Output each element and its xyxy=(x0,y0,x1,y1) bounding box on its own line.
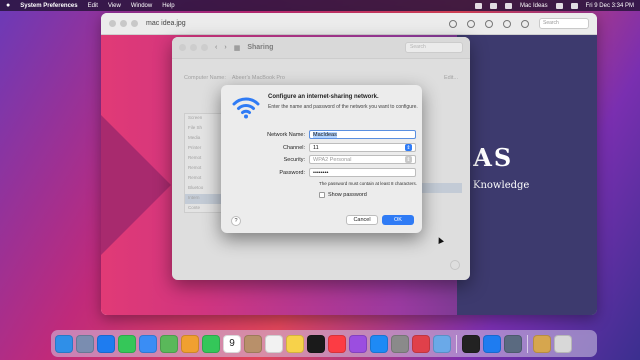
menu-edit[interactable]: Edit xyxy=(88,3,98,9)
wifi-icon xyxy=(232,97,260,119)
rotate-icon[interactable] xyxy=(521,19,529,28)
security-popup[interactable]: WPA2 Personal ⇕ xyxy=(309,155,416,164)
appletv-icon[interactable] xyxy=(307,334,325,353)
dock-separator xyxy=(527,334,528,353)
menu-window[interactable]: Window xyxy=(131,3,152,9)
security-value: WPA2 Personal xyxy=(313,156,352,163)
dock-separator xyxy=(456,334,457,353)
screen-icon[interactable] xyxy=(489,2,497,9)
wifi-icon[interactable] xyxy=(504,2,512,9)
safari-icon[interactable] xyxy=(97,334,115,353)
password-hint: The password must contain at least 8 cha… xyxy=(319,181,418,186)
network-name-value: MacIdeas xyxy=(313,131,337,138)
apple-icon[interactable]: ● xyxy=(6,2,10,9)
menu-extras: Mac Ideas Fri 9 Dec 3:34 PM xyxy=(474,2,634,9)
preview-title: mac idea.jpg xyxy=(146,20,186,27)
cancel-button[interactable]: Cancel xyxy=(346,215,378,225)
password-field[interactable]: •••••••• xyxy=(309,168,416,177)
share-icon[interactable] xyxy=(485,19,493,28)
search-icon[interactable] xyxy=(555,2,563,9)
menu-bar: ● System Preferences Edit View Window He… xyxy=(0,0,640,11)
mail-icon[interactable] xyxy=(139,334,157,353)
archive-icon[interactable] xyxy=(533,334,551,353)
image-brand-subtext: Knowledge xyxy=(473,180,530,191)
show-password-label: Show password xyxy=(328,192,367,198)
zoom-out-icon[interactable] xyxy=(449,19,457,28)
security-label: Security: xyxy=(283,156,306,163)
reminders-icon[interactable] xyxy=(265,334,283,353)
password-value: •••••••• xyxy=(313,169,329,176)
markup-icon[interactable] xyxy=(503,19,511,28)
channel-label: Channel: xyxy=(282,144,306,151)
chevron-updown-icon: ⇕ xyxy=(405,156,412,163)
network-name-row: Network Name: MacIdeas xyxy=(231,129,416,140)
show-password-checkbox[interactable] xyxy=(319,192,325,198)
preview-tools: Search xyxy=(449,18,589,29)
channel-popup[interactable]: 11 ⇕ xyxy=(309,143,416,152)
help-button[interactable]: ? xyxy=(231,216,241,226)
bluetooth-icon[interactable] xyxy=(483,334,501,353)
screenshot-icon[interactable] xyxy=(504,334,522,353)
contacts-icon[interactable] xyxy=(244,334,262,353)
zoom-in-icon[interactable] xyxy=(467,19,475,28)
close-button[interactable] xyxy=(109,20,116,27)
preview-toolbar: mac idea.jpg Search xyxy=(101,13,597,35)
control-center-icon[interactable] xyxy=(570,2,578,9)
zoom-button[interactable] xyxy=(131,20,138,27)
appstore-icon[interactable] xyxy=(370,334,388,353)
channel-row: Channel: 11 ⇕ xyxy=(231,142,416,153)
window-controls xyxy=(109,20,138,27)
password-label: Password: xyxy=(279,169,306,176)
photos-icon[interactable] xyxy=(181,334,199,353)
facetime-icon[interactable] xyxy=(202,334,220,353)
launchpad-icon[interactable] xyxy=(76,334,94,353)
menu-app-name[interactable]: System Preferences xyxy=(20,3,77,9)
maps-icon[interactable] xyxy=(160,334,178,353)
show-password-option[interactable]: Show password xyxy=(319,192,367,198)
security-row: Security: WPA2 Personal ⇕ xyxy=(231,154,416,165)
dialog-title: Configure an internet-sharing network. xyxy=(268,94,379,100)
ok-button[interactable]: OK xyxy=(382,215,414,225)
menu-help[interactable]: Help xyxy=(162,3,174,9)
terminal-icon[interactable] xyxy=(462,334,480,353)
minimize-button[interactable] xyxy=(120,20,127,27)
network-name-field[interactable]: MacIdeas xyxy=(309,130,416,139)
preview-search-field[interactable]: Search xyxy=(539,18,589,29)
menu-view[interactable]: View xyxy=(108,3,121,9)
network-name-label: Network Name: xyxy=(267,131,306,138)
messages-icon[interactable] xyxy=(118,334,136,353)
music-icon[interactable] xyxy=(328,334,346,353)
password-row: Password: •••••••• xyxy=(231,167,416,178)
chevron-updown-icon: ⇕ xyxy=(405,144,412,151)
calendar-icon[interactable]: 9 xyxy=(223,334,241,353)
image-triangle-shape xyxy=(101,115,171,255)
trash-icon[interactable] xyxy=(554,334,572,353)
internet-sharing-dialog: Configure an internet-sharing network. E… xyxy=(221,85,422,233)
record-icon[interactable] xyxy=(474,2,482,9)
system-preferences-icon[interactable] xyxy=(391,334,409,353)
channel-value: 11 xyxy=(313,144,319,151)
menu-clock[interactable]: Fri 9 Dec 3:34 PM xyxy=(586,3,634,9)
dock: 9 xyxy=(51,330,597,357)
podcasts-icon[interactable] xyxy=(349,334,367,353)
notes-icon[interactable] xyxy=(286,334,304,353)
speedtest-icon[interactable] xyxy=(412,334,430,353)
preview-icon[interactable] xyxy=(433,334,451,353)
dialog-description: Enter the name and password of the netwo… xyxy=(268,104,418,110)
menu-user[interactable]: Mac Ideas xyxy=(520,3,548,9)
image-dark-panel xyxy=(457,35,597,315)
finder-icon[interactable] xyxy=(55,334,73,353)
